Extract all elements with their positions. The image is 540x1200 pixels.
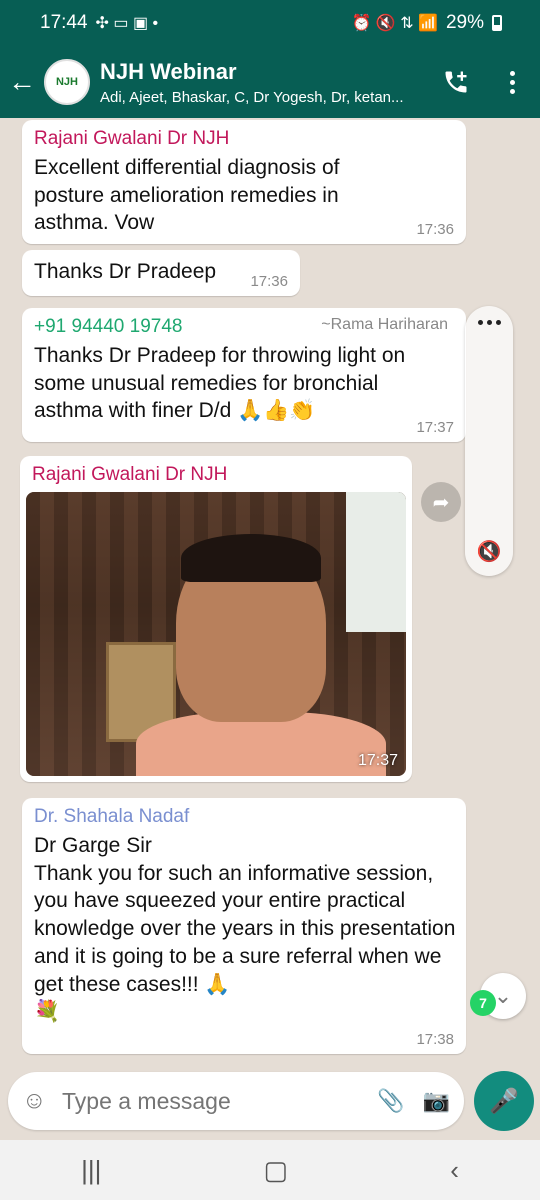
group-avatar[interactable]: NJH	[44, 59, 90, 105]
message-input[interactable]	[62, 1087, 360, 1115]
microphone-icon: 🎤	[489, 1087, 519, 1115]
chat-participants: Adi, Ajeet, Bhaskar, C, Dr Yogesh, Dr, k…	[100, 88, 404, 106]
message-time: 17:36	[416, 221, 454, 238]
message-sender: Rajani Gwalani Dr NJH	[32, 464, 228, 485]
message-text: Thanks Dr Pradeep for throwing light on …	[34, 344, 406, 423]
video-slide-panel	[346, 492, 406, 632]
message-time: 17:37	[416, 419, 454, 436]
forward-icon: ➦	[432, 491, 450, 514]
message-bubble[interactable]: Dr. Shahala Nadaf Dr Garge Sir Thank you…	[22, 798, 466, 1054]
mic-button[interactable]: 🎤	[474, 1071, 534, 1131]
message-bubble[interactable]: Rajani Gwalani Dr NJH Excellent differen…	[22, 120, 466, 244]
mute-icon[interactable]: 🔇	[473, 536, 505, 568]
message-time: 17:38	[416, 1031, 454, 1048]
camera-icon[interactable]: 📷	[423, 1088, 450, 1114]
composer: ☺ 📎 📷	[8, 1072, 464, 1130]
battery-percent: 29%	[445, 12, 484, 33]
menu-button[interactable]	[484, 54, 540, 110]
more-vertical-icon	[509, 70, 515, 94]
message-text: Dr Garge Sir Thank you for such an infor…	[34, 834, 456, 1024]
message-text: Excellent differential diagnosis of post…	[34, 156, 340, 235]
message-list[interactable]: Rajani Gwalani Dr NJH Excellent differen…	[0, 118, 540, 1068]
message-sender: Rajani Gwalani Dr NJH	[34, 128, 230, 149]
recent-apps-icon[interactable]: |||	[81, 1155, 101, 1186]
chat-header: ← NJH NJH Webinar Adi, Ajeet, Bhaskar, C…	[0, 46, 540, 118]
message-bubble[interactable]: +91 94440 19748 ~Rama Hariharan Thanks D…	[22, 308, 466, 442]
video-thumbnail[interactable]: 17:37	[26, 492, 406, 776]
message-sender: Dr. Shahala Nadaf	[34, 806, 190, 827]
message-bubble[interactable]: Rajani Gwalani Dr NJH 17:37	[20, 456, 412, 782]
status-time: 17:44	[40, 12, 88, 33]
notification-icons: ✣ ▭ ▣ •	[95, 15, 159, 32]
status-bar: 17:44 ✣ ▭ ▣ • ⏰ 🔇 ⇅ 📶 29%	[0, 0, 540, 46]
attach-icon[interactable]: 📎	[377, 1088, 404, 1114]
home-icon[interactable]: ▢	[264, 1155, 289, 1186]
more-horizontal-icon[interactable]	[465, 320, 513, 325]
system-nav-bar: ||| ▢ ‹	[0, 1140, 540, 1200]
message-time: 17:36	[250, 273, 288, 290]
chevron-down-icon: ⌄	[493, 983, 513, 1008]
forward-button[interactable]: ➦	[421, 482, 461, 522]
message-alias: ~Rama Hariharan	[321, 316, 448, 333]
chat-title-area[interactable]: NJH Webinar Adi, Ajeet, Bhaskar, C, Dr Y…	[100, 59, 428, 106]
video-person-hair	[181, 534, 321, 582]
unread-badge: 7	[470, 990, 496, 1016]
add-call-icon	[445, 71, 467, 93]
battery-icon	[492, 15, 502, 31]
nav-back-icon[interactable]: ‹	[450, 1155, 459, 1186]
emoji-icon[interactable]: ☺	[22, 1087, 56, 1115]
floating-overlay-panel[interactable]: 🔇	[465, 306, 513, 576]
add-call-button[interactable]	[428, 54, 484, 110]
back-arrow-icon[interactable]: ←	[0, 66, 44, 98]
media-time: 17:37	[357, 752, 398, 769]
system-icons: ⏰ 🔇 ⇅ 📶	[351, 15, 438, 32]
avatar-text: NJH	[55, 76, 78, 88]
chat-title: NJH Webinar	[100, 58, 237, 84]
message-bubble[interactable]: Thanks Dr Pradeep 17:36	[22, 250, 300, 296]
